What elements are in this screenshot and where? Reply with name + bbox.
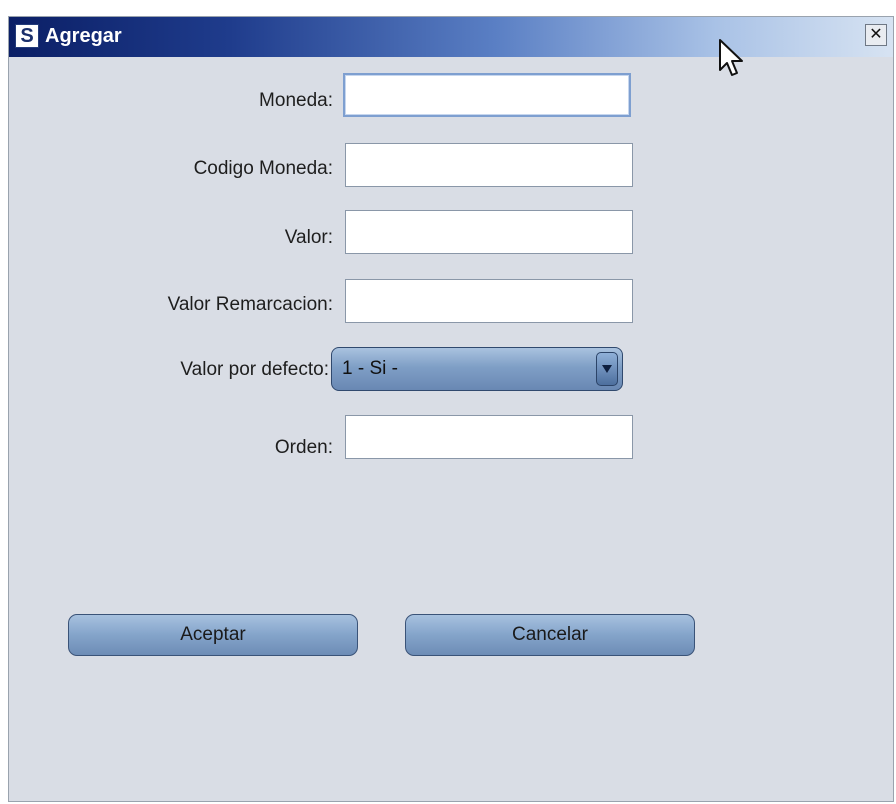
valor-remarcacion-label: Valor Remarcacion: <box>167 294 333 315</box>
codigo-moneda-label: Codigo Moneda: <box>193 158 333 179</box>
valor-por-defecto-label: Valor por defecto: <box>180 359 329 380</box>
orden-input[interactable] <box>345 415 633 459</box>
valor-remarcacion-input[interactable] <box>345 279 633 323</box>
chevron-down-icon <box>602 365 612 373</box>
accept-button[interactable]: Aceptar <box>68 614 358 656</box>
valor-input[interactable] <box>345 210 633 254</box>
valor-label: Valor: <box>284 227 333 248</box>
moneda-input[interactable] <box>343 73 631 117</box>
valor-por-defecto-select[interactable]: 1 - Si - <box>331 347 623 391</box>
mouse-cursor-icon <box>719 39 743 76</box>
close-icon[interactable]: ✕ <box>865 24 887 46</box>
cancel-button[interactable]: Cancelar <box>405 614 695 656</box>
codigo-moneda-input[interactable] <box>345 143 633 187</box>
dialog-window: S Agregar ✕ Moneda: Codigo Moneda: Valor… <box>8 16 894 802</box>
window-title: Agregar <box>45 25 122 47</box>
orden-label: Orden: <box>274 437 333 458</box>
dropdown-toggle[interactable] <box>596 352 618 386</box>
moneda-label: Moneda: <box>259 90 333 111</box>
app-logo-icon: S <box>15 24 39 48</box>
valor-por-defecto-selected: 1 - Si - <box>342 358 398 379</box>
title-bar[interactable]: S Agregar ✕ <box>9 17 893 57</box>
